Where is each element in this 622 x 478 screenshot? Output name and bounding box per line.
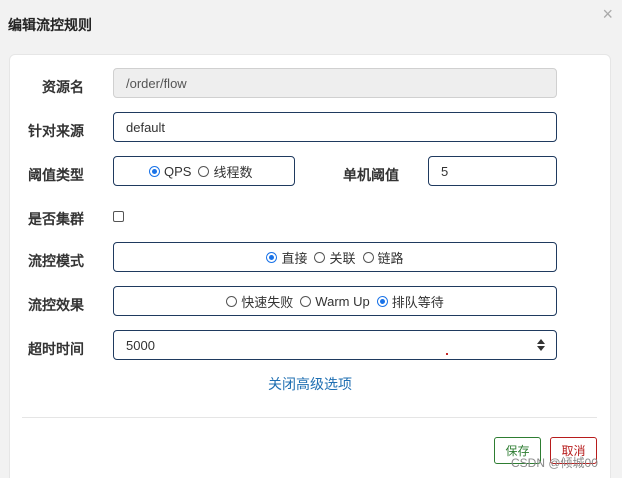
radio-direct-icon [266,251,278,263]
radio-warm-up-label: Warm Up [315,293,370,309]
radio-thread-count-icon [198,165,210,177]
timeout-value: 5000 [126,338,155,353]
radio-relate[interactable]: 关联 [314,248,356,267]
single-threshold-label: 单机阈值 [343,167,399,183]
limit-app-label: 针对来源 [28,123,84,139]
flow-mode-label: 流控模式 [28,253,84,269]
resource-value: /order/flow [126,76,187,91]
radio-qps[interactable]: QPS [149,164,191,179]
radio-fast-fail-icon [226,295,238,307]
timeout-input[interactable]: 5000 [113,330,557,360]
spinner-arrows-icon[interactable] [536,337,546,353]
flow-effect-group: 快速失败 Warm Up 排队等待 [113,286,557,316]
cluster-checkbox[interactable] [113,211,124,222]
radio-chain-icon [362,251,374,263]
radio-thread-count-label: 线程数 [213,164,253,180]
limit-app-input[interactable]: default [113,112,557,142]
radio-thread-count[interactable]: 线程数 [198,162,252,181]
flow-mode-group: 直接 关联 链路 [113,242,557,272]
limit-app-value: default [126,120,166,135]
radio-relate-label: 关联 [329,250,356,266]
stray-dot [446,353,448,355]
resource-field: /order/flow [113,68,557,98]
single-threshold-input[interactable]: 5 [428,156,557,186]
flow-effect-label: 流控效果 [28,297,84,313]
radio-fast-fail[interactable]: 快速失败 [226,292,293,311]
radio-fast-fail-label: 快速失败 [241,294,294,310]
radio-qps-icon [149,165,160,177]
watermark: CSDN @倾城00 [511,456,598,470]
single-threshold-value: 5 [441,164,449,179]
radio-chain-label: 链路 [377,250,404,266]
radio-relate-icon [314,251,326,263]
radio-warm-up[interactable]: Warm Up [300,293,370,309]
radio-queue-label: 排队等待 [391,294,444,310]
radio-warm-up-icon [300,295,312,307]
footer-divider [22,417,597,418]
timeout-label: 超时时间 [28,341,84,357]
toggle-advanced-link[interactable]: 关闭高级选项 [0,374,620,394]
cluster-label: 是否集群 [28,211,84,227]
threshold-type-group: QPS 线程数 [113,156,295,186]
radio-queue[interactable]: 排队等待 [376,292,444,311]
radio-direct[interactable]: 直接 [266,248,307,267]
dialog-title: 编辑流控规则 [8,17,92,33]
radio-chain[interactable]: 链路 [362,248,404,267]
threshold-type-label: 阈值类型 [28,167,84,183]
close-icon[interactable]: × [602,4,613,24]
radio-qps-label: QPS [164,163,192,179]
radio-queue-icon [376,295,388,307]
radio-direct-label: 直接 [281,250,308,266]
resource-label: 资源名 [42,79,84,95]
